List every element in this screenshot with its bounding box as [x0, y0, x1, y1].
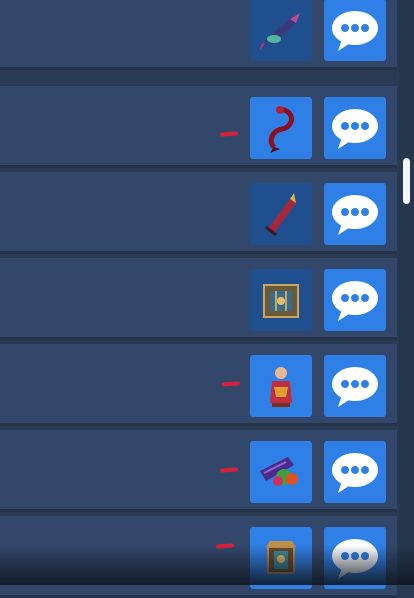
item-list	[0, 0, 398, 598]
list-item	[0, 0, 397, 70]
item-slot[interactable]	[250, 183, 312, 245]
red-dagger-item-icon	[265, 193, 296, 237]
chat-button[interactable]	[324, 441, 386, 503]
scrollbar-thumb[interactable]	[403, 158, 410, 204]
item-slot[interactable]	[250, 355, 312, 417]
item-slot[interactable]	[250, 527, 312, 589]
list-item	[0, 86, 397, 168]
new-marker	[219, 131, 239, 137]
speech-bubble-icon	[332, 11, 378, 51]
speech-bubble-icon	[332, 281, 378, 321]
scrollbar-track[interactable]	[399, 0, 414, 585]
speech-bubble-icon	[332, 539, 378, 579]
new-marker	[221, 381, 241, 387]
speech-bubble-icon	[332, 195, 378, 235]
chat-button[interactable]	[324, 97, 386, 159]
list-item	[0, 516, 397, 598]
figurine-item-icon	[270, 367, 292, 407]
red-whip-item-icon	[268, 106, 294, 153]
chat-button[interactable]	[324, 355, 386, 417]
chat-button[interactable]	[324, 269, 386, 331]
chat-button[interactable]	[324, 183, 386, 245]
speech-bubble-icon	[332, 453, 378, 493]
speech-bubble-icon	[332, 109, 378, 149]
cage-item-icon	[263, 284, 299, 318]
item-slot[interactable]	[250, 269, 312, 331]
chat-button[interactable]	[324, 527, 386, 589]
potion-bundle-item-icon	[260, 457, 298, 486]
list-item	[0, 258, 397, 340]
new-marker	[219, 467, 239, 473]
item-slot[interactable]	[250, 97, 312, 159]
chat-button[interactable]	[324, 0, 386, 61]
item-slot[interactable]	[250, 0, 312, 61]
new-marker	[215, 543, 235, 549]
list-item	[0, 344, 397, 426]
lantern-item-icon	[266, 541, 296, 574]
list-item	[0, 430, 397, 512]
quill-item-icon	[259, 13, 300, 50]
speech-bubble-icon	[332, 367, 378, 407]
item-slot[interactable]	[250, 441, 312, 503]
list-item	[0, 172, 397, 254]
